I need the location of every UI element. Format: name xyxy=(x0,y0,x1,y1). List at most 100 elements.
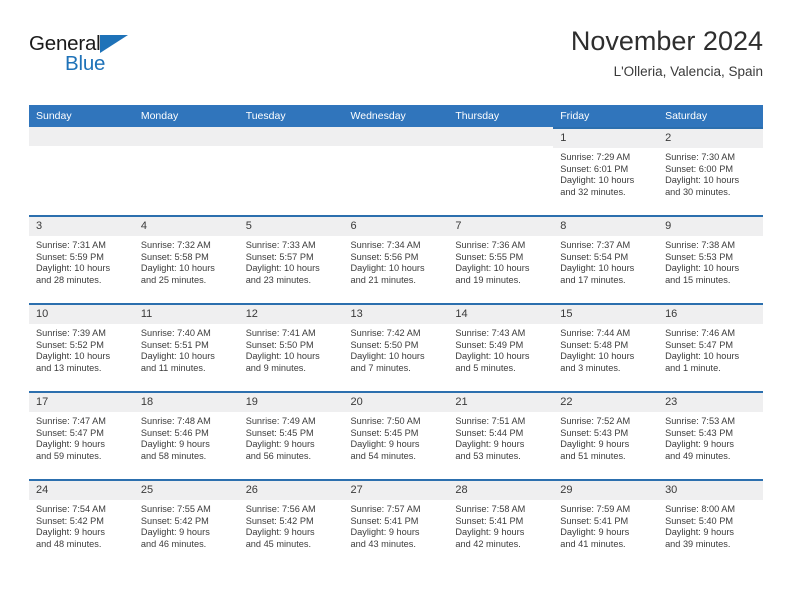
day-details: Sunrise: 7:59 AM Sunset: 5:41 PM Daylight:… xyxy=(553,500,658,550)
calendar-day-cell[interactable]: 7 Sunrise: 7:36 AM Sunset: 5:55 PM Daylight… xyxy=(448,215,554,303)
weekday-header-monday: Monday xyxy=(133,105,239,127)
day-number: 7 xyxy=(448,217,554,236)
daylight-text-line2: and 32 minutes. xyxy=(560,186,626,197)
calendar-day-cell[interactable]: 28 Sunrise: 7:58 AM Sunset: 5:41 PM Dayligh… xyxy=(448,479,554,567)
calendar-day-cell[interactable]: 23 Sunrise: 7:53 AM Sunset: 5:43 PM Dayligh… xyxy=(658,391,763,479)
calendar-day-cell[interactable]: 19 Sunrise: 7:49 AM Sunset: 5:45 PM Dayligh… xyxy=(238,391,344,479)
calendar-day-cell[interactable]: 6 Sunrise: 7:34 AM Sunset: 5:56 PM Daylight… xyxy=(343,215,449,303)
calendar-day-cell[interactable]: 16 Sunrise: 7:46 AM Sunset: 5:47 PM Dayligh… xyxy=(658,303,763,391)
day-number: 24 xyxy=(29,481,134,500)
calendar-week-row: 10 Sunrise: 7:39 AM Sunset: 5:52 PM Dayligh… xyxy=(29,303,763,391)
sunrise-text: Sunrise: 7:48 AM xyxy=(140,416,211,426)
day-number: 20 xyxy=(343,393,449,412)
sunset-text: Sunset: 6:00 PM xyxy=(665,163,733,174)
calendar-day-cell[interactable]: 21 Sunrise: 7:51 AM Sunset: 5:44 PM Dayligh… xyxy=(448,391,554,479)
calendar-day-cell[interactable]: 30 Sunrise: 8:00 AM Sunset: 5:40 PM Dayligh… xyxy=(658,479,763,567)
daylight-text-line1: Daylight: 10 hours xyxy=(665,175,740,186)
sunset-text: Sunset: 5:42 PM xyxy=(36,515,104,526)
calendar-day-cell[interactable]: 26 Sunrise: 7:56 AM Sunset: 5:42 PM Dayligh… xyxy=(238,479,344,567)
calendar-day-cell[interactable]: 13 Sunrise: 7:42 AM Sunset: 5:50 PM Dayligh… xyxy=(343,303,449,391)
calendar-week-row: 17 Sunrise: 7:47 AM Sunset: 5:47 PM Dayligh… xyxy=(29,391,763,479)
day-details: Sunrise: 7:39 AM Sunset: 5:52 PM Daylight:… xyxy=(29,324,134,374)
calendar-day-cell[interactable]: 5 Sunrise: 7:33 AM Sunset: 5:57 PM Daylight… xyxy=(238,215,344,303)
sunset-text: Sunset: 5:44 PM xyxy=(455,427,524,438)
calendar-day-cell[interactable]: 1 Sunrise: 7:29 AM Sunset: 6:01 PM Daylight… xyxy=(553,127,659,215)
calendar-day-cell[interactable]: 9 Sunrise: 7:38 AM Sunset: 5:53 PM Daylight… xyxy=(658,215,763,303)
day-number: 13 xyxy=(343,305,449,324)
sunset-text: Sunset: 5:41 PM xyxy=(455,515,524,526)
cell-inner: 21 Sunrise: 7:51 AM Sunset: 5:44 PM Dayligh… xyxy=(448,391,554,479)
calendar-day-cell[interactable]: 10 Sunrise: 7:39 AM Sunset: 5:52 PM Dayligh… xyxy=(29,303,134,391)
cell-inner xyxy=(448,127,554,215)
day-details: Sunrise: 7:52 AM Sunset: 5:43 PM Daylight:… xyxy=(553,412,658,462)
daylight-text-line2: and 15 minutes. xyxy=(665,274,731,285)
sunset-text: Sunset: 5:54 PM xyxy=(560,251,629,262)
cell-inner: 6 Sunrise: 7:34 AM Sunset: 5:56 PM Daylight… xyxy=(343,215,449,303)
daylight-text-line2: and 43 minutes. xyxy=(350,538,416,549)
sunrise-text: Sunrise: 7:42 AM xyxy=(350,328,421,338)
sunset-text: Sunset: 5:42 PM xyxy=(140,515,209,526)
calendar-week-row: 24 Sunrise: 7:54 AM Sunset: 5:42 PM Dayligh… xyxy=(29,479,763,567)
daylight-text-line1: Daylight: 9 hours xyxy=(560,439,630,450)
cell-inner: 20 Sunrise: 7:50 AM Sunset: 5:45 PM Dayligh… xyxy=(343,391,449,479)
cell-inner: 30 Sunrise: 8:00 AM Sunset: 5:40 PM Dayligh… xyxy=(658,479,763,567)
calendar-day-cell[interactable]: 11 Sunrise: 7:40 AM Sunset: 5:51 PM Dayligh… xyxy=(133,303,239,391)
calendar-cell-empty xyxy=(238,127,344,215)
sunset-text: Sunset: 5:53 PM xyxy=(665,251,733,262)
day-number: 21 xyxy=(448,393,554,412)
calendar-body: 1 Sunrise: 7:29 AM Sunset: 6:01 PM Daylight… xyxy=(29,127,763,567)
weekday-header-wednesday: Wednesday xyxy=(343,105,449,127)
daylight-text-line2: and 19 minutes. xyxy=(455,274,521,285)
generalblue-logo[interactable]: General Blue xyxy=(29,32,149,80)
day-details: Sunrise: 7:40 AM Sunset: 5:51 PM Daylight:… xyxy=(134,324,239,374)
daylight-text-line1: Daylight: 9 hours xyxy=(455,439,525,450)
sunrise-text: Sunrise: 7:40 AM xyxy=(140,328,211,338)
calendar-day-cell[interactable]: 29 Sunrise: 7:59 AM Sunset: 5:41 PM Dayligh… xyxy=(553,479,659,567)
calendar-day-cell[interactable]: 25 Sunrise: 7:55 AM Sunset: 5:42 PM Dayligh… xyxy=(133,479,239,567)
day-number: 6 xyxy=(343,217,449,236)
sunset-text: Sunset: 5:50 PM xyxy=(350,339,419,350)
calendar-header-row: Sunday Monday Tuesday Wednesday Thursday… xyxy=(29,105,763,127)
calendar-day-cell[interactable]: 2 Sunrise: 7:30 AM Sunset: 6:00 PM Daylight… xyxy=(658,127,763,215)
calendar-day-cell[interactable]: 15 Sunrise: 7:44 AM Sunset: 5:48 PM Dayligh… xyxy=(553,303,659,391)
calendar-day-cell[interactable]: 14 Sunrise: 7:43 AM Sunset: 5:49 PM Dayligh… xyxy=(448,303,554,391)
daylight-text-line2: and 11 minutes. xyxy=(140,362,206,373)
calendar-day-cell[interactable]: 12 Sunrise: 7:41 AM Sunset: 5:50 PM Dayligh… xyxy=(238,303,344,391)
sunrise-text: Sunrise: 8:00 AM xyxy=(665,504,736,514)
daylight-text-line2: and 28 minutes. xyxy=(36,274,102,285)
calendar-day-cell[interactable]: 4 Sunrise: 7:32 AM Sunset: 5:58 PM Daylight… xyxy=(133,215,239,303)
daylight-text-line2: and 51 minutes. xyxy=(560,450,626,461)
day-number: 2 xyxy=(658,129,763,148)
calendar-day-cell[interactable]: 18 Sunrise: 7:48 AM Sunset: 5:46 PM Dayligh… xyxy=(133,391,239,479)
calendar-page: General Blue November 2024 L'Olleria, Va… xyxy=(0,0,792,612)
day-number: 14 xyxy=(448,305,554,324)
day-number: 18 xyxy=(133,393,239,412)
calendar-day-cell[interactable]: 22 Sunrise: 7:52 AM Sunset: 5:43 PM Dayligh… xyxy=(553,391,659,479)
calendar-day-cell[interactable]: 27 Sunrise: 7:57 AM Sunset: 5:41 PM Dayligh… xyxy=(343,479,449,567)
daylight-text-line2: and 5 minutes. xyxy=(455,362,516,373)
calendar-day-cell[interactable]: 20 Sunrise: 7:50 AM Sunset: 5:45 PM Dayligh… xyxy=(343,391,449,479)
day-details: Sunrise: 7:50 AM Sunset: 5:45 PM Daylight:… xyxy=(344,412,449,462)
calendar-day-cell[interactable]: 8 Sunrise: 7:37 AM Sunset: 5:54 PM Daylight… xyxy=(553,215,659,303)
calendar-day-cell[interactable]: 17 Sunrise: 7:47 AM Sunset: 5:47 PM Dayligh… xyxy=(29,391,134,479)
sunset-text: Sunset: 5:50 PM xyxy=(245,339,314,350)
cell-inner xyxy=(133,127,239,215)
daylight-text-line2: and 49 minutes. xyxy=(665,450,731,461)
daylight-text-line1: Daylight: 9 hours xyxy=(245,527,315,538)
day-details: Sunrise: 7:30 AM Sunset: 6:00 PM Daylight:… xyxy=(658,148,763,198)
daylight-text-line2: and 1 minute. xyxy=(665,362,721,373)
calendar-day-cell[interactable]: 24 Sunrise: 7:54 AM Sunset: 5:42 PM Dayligh… xyxy=(29,479,134,567)
cell-inner xyxy=(29,127,134,215)
sunset-text: Sunset: 5:43 PM xyxy=(665,427,733,438)
daylight-text-line2: and 56 minutes. xyxy=(245,450,312,461)
calendar-day-cell[interactable]: 3 Sunrise: 7:31 AM Sunset: 5:59 PM Daylight… xyxy=(29,215,134,303)
cell-inner: 13 Sunrise: 7:42 AM Sunset: 5:50 PM Dayligh… xyxy=(343,303,449,391)
sunset-text: Sunset: 5:41 PM xyxy=(560,515,629,526)
daylight-text-line2: and 17 minutes. xyxy=(560,274,626,285)
cell-inner: 17 Sunrise: 7:47 AM Sunset: 5:47 PM Dayligh… xyxy=(29,391,134,479)
daylight-text-line2: and 25 minutes. xyxy=(140,274,207,285)
calendar-table: Sunday Monday Tuesday Wednesday Thursday… xyxy=(29,105,763,567)
daylight-text-line1: Daylight: 10 hours xyxy=(560,175,635,186)
sunrise-text: Sunrise: 7:39 AM xyxy=(36,328,106,338)
sunset-text: Sunset: 5:51 PM xyxy=(140,339,209,350)
